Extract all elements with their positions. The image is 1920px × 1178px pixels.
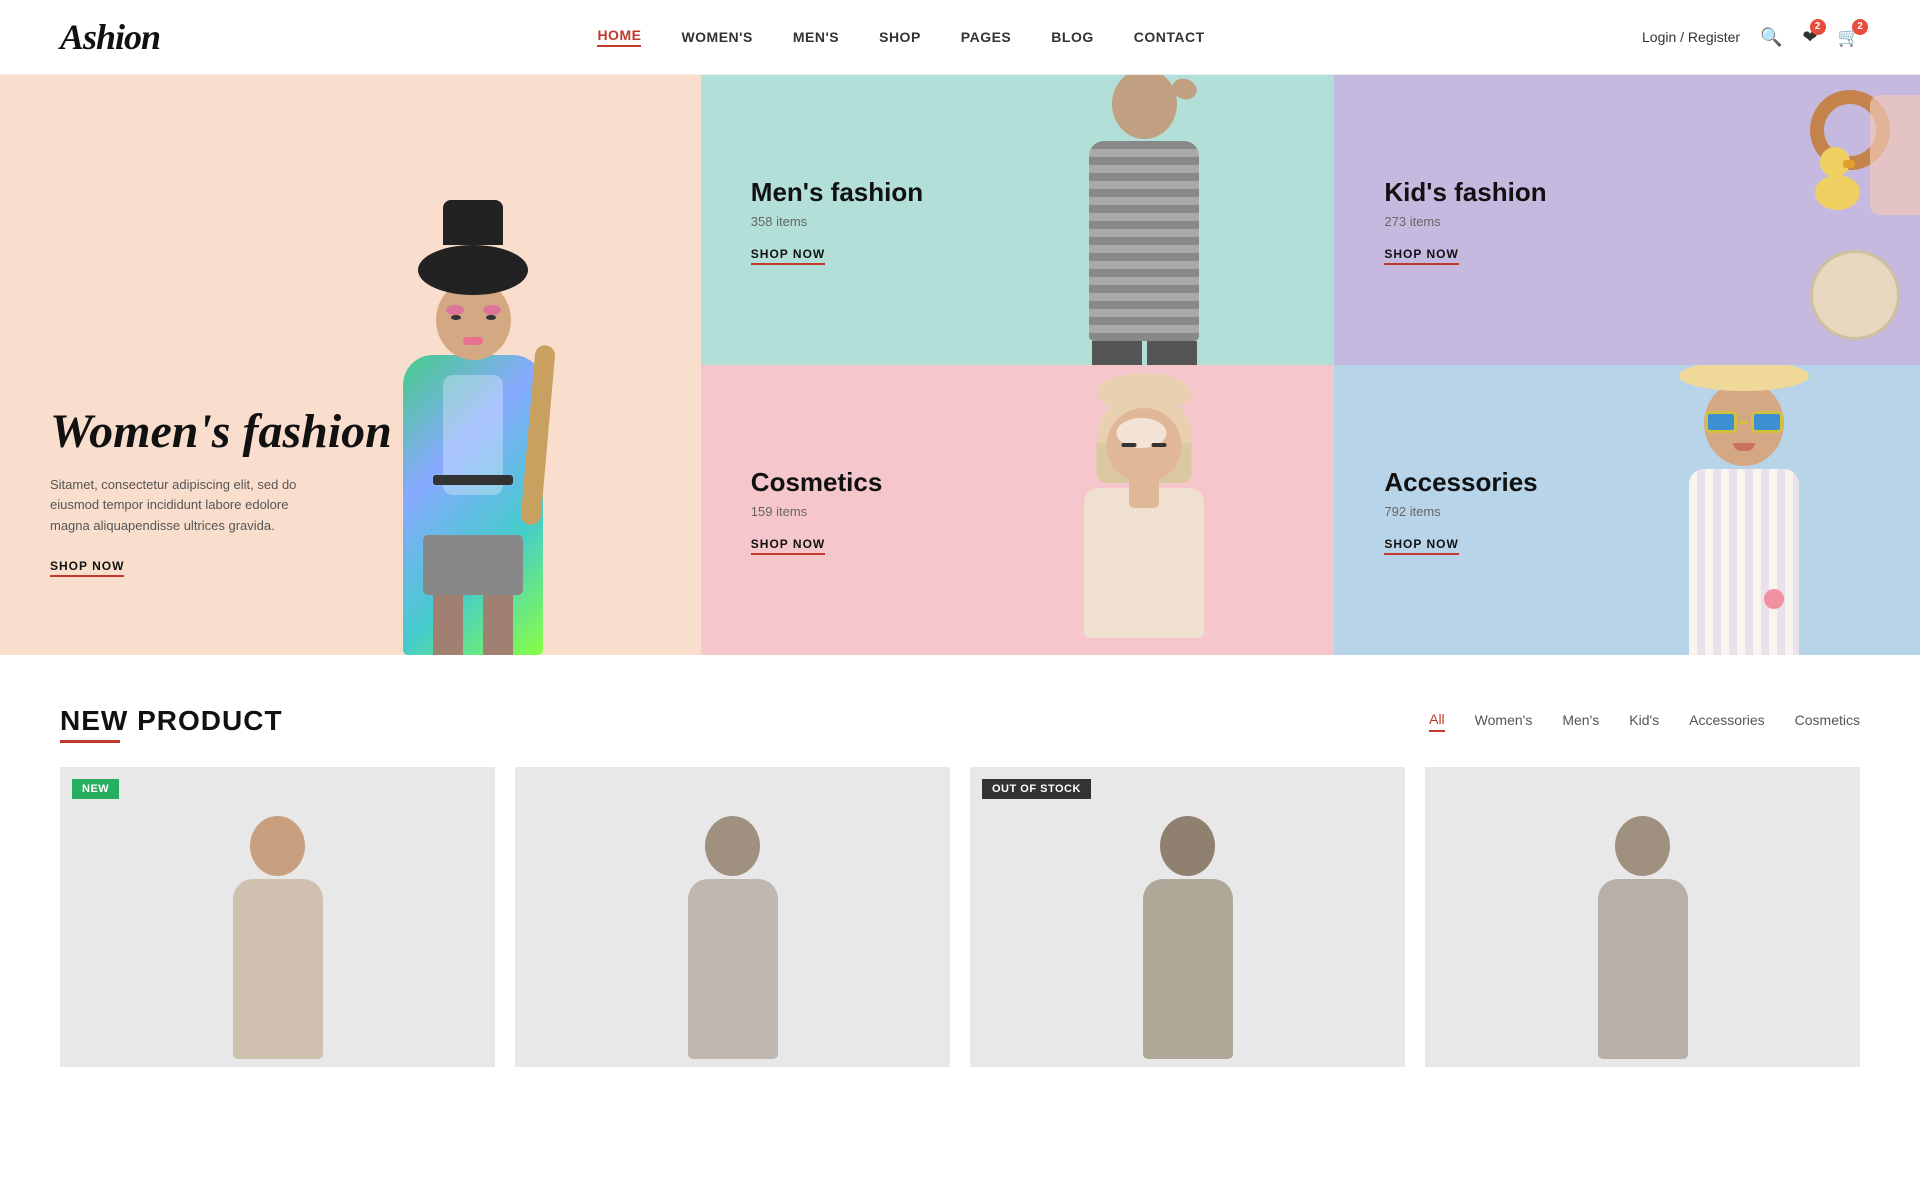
- nav-shop[interactable]: SHOP: [879, 29, 921, 45]
- womens-panel: Women's fashion Sitamet, consectetur adi…: [0, 75, 701, 655]
- nav-contact[interactable]: CONTACT: [1134, 29, 1205, 45]
- accessories-content: Accessories 792 items SHOP NOW: [1384, 467, 1870, 553]
- product-visual-2: [515, 767, 950, 1067]
- mens-title: Men's fashion: [751, 177, 1285, 208]
- new-product-section: NEW PRODUCT All Women's Men's Kid's Acce…: [0, 655, 1920, 1097]
- nav-pages[interactable]: PAGES: [961, 29, 1011, 45]
- accessories-title: Accessories: [1384, 467, 1870, 498]
- mens-content: Men's fashion 358 items SHOP NOW: [751, 177, 1285, 263]
- nav-womens[interactable]: WOMEN'S: [681, 29, 752, 45]
- search-icon[interactable]: 🔍: [1760, 27, 1782, 48]
- login-register-link[interactable]: Login / Register: [1642, 29, 1740, 45]
- kids-panel: Kid's fashion 273 items SHOP NOW: [1334, 75, 1920, 365]
- filter-kids[interactable]: Kid's: [1629, 712, 1659, 731]
- logo[interactable]: Ashion: [60, 16, 160, 58]
- mens-panel: Men's fashion 358 items SHOP NOW: [701, 75, 1335, 365]
- products-row: NEW OUT OF STOCK: [60, 767, 1860, 1067]
- product-visual-1: [60, 767, 495, 1067]
- mens-shop-now[interactable]: SHOP NOW: [751, 247, 825, 265]
- wishlist-icon[interactable]: ❤ 2: [1802, 27, 1817, 48]
- filter-mens[interactable]: Men's: [1562, 712, 1599, 731]
- kids-content: Kid's fashion 273 items SHOP NOW: [1384, 177, 1870, 263]
- cart-badge: 2: [1852, 19, 1868, 35]
- kids-count: 273 items: [1384, 214, 1870, 229]
- main-nav: HOME WOMEN'S MEN'S SHOP PAGES BLOG CONTA…: [597, 27, 1204, 47]
- hero-section: Women's fashion Sitamet, consectetur adi…: [0, 75, 1920, 655]
- product-visual-3: [970, 767, 1405, 1067]
- new-badge: NEW: [72, 779, 119, 799]
- header: Ashion HOME WOMEN'S MEN'S SHOP PAGES BLO…: [0, 0, 1920, 75]
- cosmetics-title: Cosmetics: [751, 467, 1285, 498]
- accessories-shop-now[interactable]: SHOP NOW: [1384, 537, 1458, 555]
- filter-womens[interactable]: Women's: [1475, 712, 1533, 731]
- header-actions: Login / Register 🔍 ❤ 2 🛒 2: [1642, 27, 1860, 48]
- product-visual-4: [1425, 767, 1860, 1067]
- product-card[interactable]: OUT OF STOCK: [970, 767, 1405, 1067]
- wishlist-badge: 2: [1810, 19, 1826, 35]
- womens-content: Women's fashion Sitamet, consectetur adi…: [50, 406, 651, 575]
- nav-mens[interactable]: MEN'S: [793, 29, 839, 45]
- accessories-count: 792 items: [1384, 504, 1870, 519]
- cosmetics-panel: Cosmetics 159 items SHOP NOW: [701, 365, 1335, 655]
- cosmetics-shop-now[interactable]: SHOP NOW: [751, 537, 825, 555]
- out-of-stock-badge: OUT OF STOCK: [982, 779, 1091, 799]
- cosmetics-content: Cosmetics 159 items SHOP NOW: [751, 467, 1285, 553]
- filter-accessories[interactable]: Accessories: [1689, 712, 1764, 731]
- filter-tabs: All Women's Men's Kid's Accessories Cosm…: [1429, 711, 1860, 732]
- product-card[interactable]: [515, 767, 950, 1067]
- filter-cosmetics[interactable]: Cosmetics: [1795, 712, 1860, 731]
- product-card[interactable]: [1425, 767, 1860, 1067]
- womens-shop-now[interactable]: SHOP NOW: [50, 559, 124, 577]
- kids-shop-now[interactable]: SHOP NOW: [1384, 247, 1458, 265]
- accessories-panel: Accessories 792 items SHOP NOW: [1334, 365, 1920, 655]
- nav-home[interactable]: HOME: [597, 27, 641, 47]
- womens-description: Sitamet, consectetur adipiscing elit, se…: [50, 475, 330, 537]
- cart-icon[interactable]: 🛒 2: [1838, 27, 1860, 48]
- cosmetics-count: 159 items: [751, 504, 1285, 519]
- nav-blog[interactable]: BLOG: [1051, 29, 1093, 45]
- product-card[interactable]: NEW: [60, 767, 495, 1067]
- kids-title: Kid's fashion: [1384, 177, 1870, 208]
- mens-count: 358 items: [751, 214, 1285, 229]
- filter-all[interactable]: All: [1429, 711, 1445, 732]
- womens-title: Women's fashion: [50, 406, 651, 459]
- section-title: NEW PRODUCT: [60, 705, 283, 737]
- section-header: NEW PRODUCT All Women's Men's Kid's Acce…: [60, 705, 1860, 737]
